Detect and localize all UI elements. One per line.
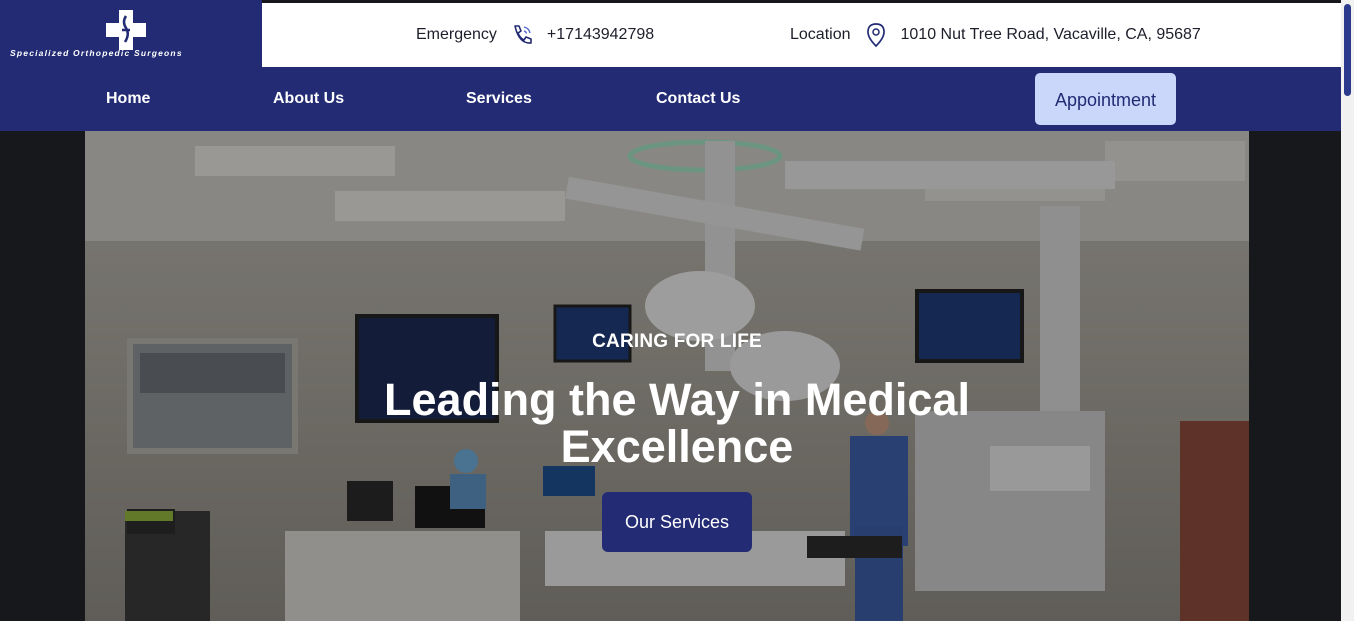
contact-bar: Emergency +17143942798 Location 1010 Nut… [262,3,1341,67]
page: Specialized Orthopedic Surgeons Emergenc… [0,0,1341,621]
hero-kicker: CARING FOR LIFE [592,331,762,352]
nav-services[interactable]: Services [466,67,532,131]
location-label: Location [790,26,851,43]
appointment-button[interactable]: Appointment [1035,73,1176,125]
logo-text: Specialized Orthopedic Surgeons [10,48,183,58]
our-services-button[interactable]: Our Services [602,492,752,552]
emergency-info: Emergency +17143942798 [416,3,654,67]
medical-cross-icon [106,10,146,50]
hero-section: CARING FOR LIFE Leading the Way in Medic… [85,131,1249,621]
nav-home[interactable]: Home [106,67,150,131]
hero-headline-line-1: Leading the Way in Medical [384,374,970,425]
phone-number[interactable]: +17143942798 [547,26,654,44]
phone-icon [514,25,532,44]
logo[interactable]: Specialized Orthopedic Surgeons [0,0,262,67]
nav-contact-us[interactable]: Contact Us [656,67,740,131]
hero-headline-line-2: Excellence [560,421,794,472]
hero-headline: Leading the Way in Medical Excellence [85,376,1249,470]
scrollbar-thumb[interactable] [1344,4,1351,96]
address[interactable]: 1010 Nut Tree Road, Vacaville, CA, 95687 [901,26,1201,44]
location-info: Location 1010 Nut Tree Road, Vacaville, … [790,3,1201,67]
emergency-label: Emergency [416,26,497,43]
location-pin-icon [866,23,885,48]
scrollbar[interactable] [1341,0,1354,621]
nav-about-us[interactable]: About Us [273,67,344,131]
main-nav: Home About Us Services Contact Us Appoin… [0,67,1341,131]
